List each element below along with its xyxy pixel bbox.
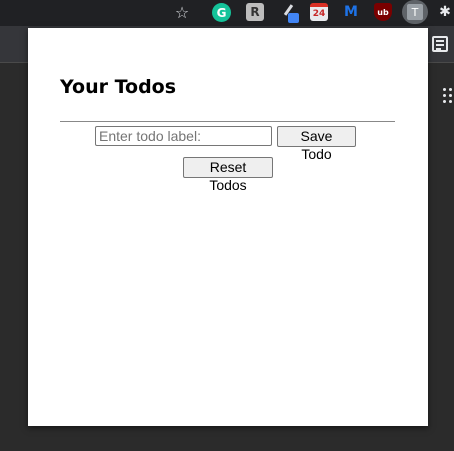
extension-r-icon[interactable]: R bbox=[246, 3, 264, 21]
extension-calendar-icon[interactable]: 24 bbox=[310, 3, 328, 21]
pen-blue-square bbox=[288, 13, 299, 23]
extension-pen-icon[interactable] bbox=[281, 3, 299, 23]
todo-extension-glyph: T bbox=[407, 4, 423, 20]
extension-popup: Your Todos Save Todo Reset Todos bbox=[28, 28, 428, 426]
browser-toolbar: ☆ G R 24 M ub T ✱ bbox=[0, 0, 454, 26]
reset-todos-button[interactable]: Reset Todos bbox=[183, 157, 273, 193]
bookmark-star-icon[interactable]: ☆ bbox=[173, 3, 191, 22]
grid-dots-icon[interactable] bbox=[443, 88, 453, 104]
todo-label-input[interactable] bbox=[95, 126, 272, 146]
page-title: Your Todos bbox=[60, 76, 177, 98]
save-todo-button[interactable]: Save Todo bbox=[277, 126, 356, 162]
reading-list-icon[interactable] bbox=[432, 36, 448, 52]
malwarebytes-extension-icon[interactable]: M bbox=[342, 3, 360, 21]
ublock-extension-icon[interactable]: ub bbox=[374, 3, 392, 21]
extensions-puzzle-icon[interactable]: ✱ bbox=[436, 3, 454, 21]
title-divider bbox=[60, 121, 395, 122]
todo-extension-icon[interactable]: T bbox=[402, 0, 428, 24]
grammarly-extension-icon[interactable]: G bbox=[212, 3, 231, 22]
